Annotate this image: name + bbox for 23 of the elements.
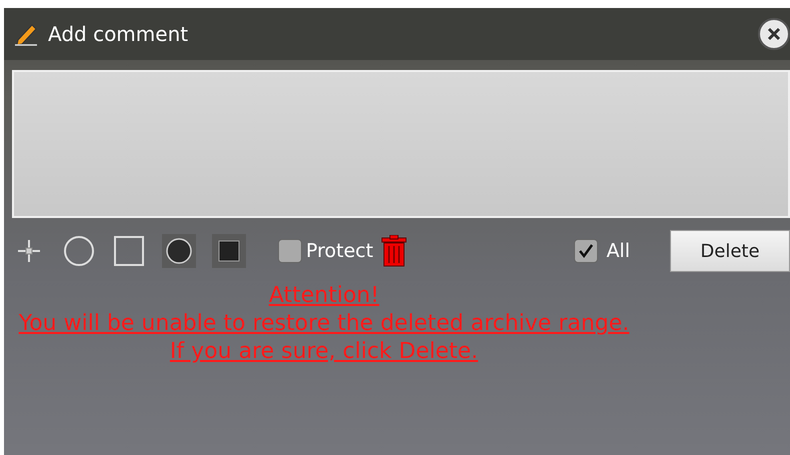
filled-circle-icon — [166, 238, 192, 264]
warning-text: You will be unable to restore the deleted archive range. — [18, 310, 630, 338]
protect-label: Protect — [306, 238, 374, 264]
shape-tool[interactable] — [162, 234, 196, 268]
square-icon — [113, 235, 145, 267]
trash-icon[interactable] — [381, 235, 408, 267]
filled-square-icon — [218, 240, 240, 262]
close-icon — [766, 26, 782, 42]
delete-button[interactable]: Delete — [670, 230, 790, 272]
warning-text: Attention! — [268, 282, 380, 310]
warning-text: If you are sure, click Delete. — [170, 338, 478, 366]
shape-tool[interactable] — [112, 234, 146, 268]
checkbox[interactable] — [574, 239, 598, 263]
close-button[interactable] — [758, 18, 790, 50]
all-label: All — [606, 238, 630, 264]
comment-field[interactable] — [12, 70, 790, 218]
shape-tool[interactable] — [212, 234, 246, 268]
crosshair-icon — [16, 238, 42, 264]
checkmark-icon — [577, 242, 596, 260]
circle-icon — [63, 235, 95, 267]
checkbox[interactable] — [278, 239, 302, 263]
dialog-title: Add comment — [48, 21, 190, 48]
shape-tool[interactable] — [62, 234, 96, 268]
